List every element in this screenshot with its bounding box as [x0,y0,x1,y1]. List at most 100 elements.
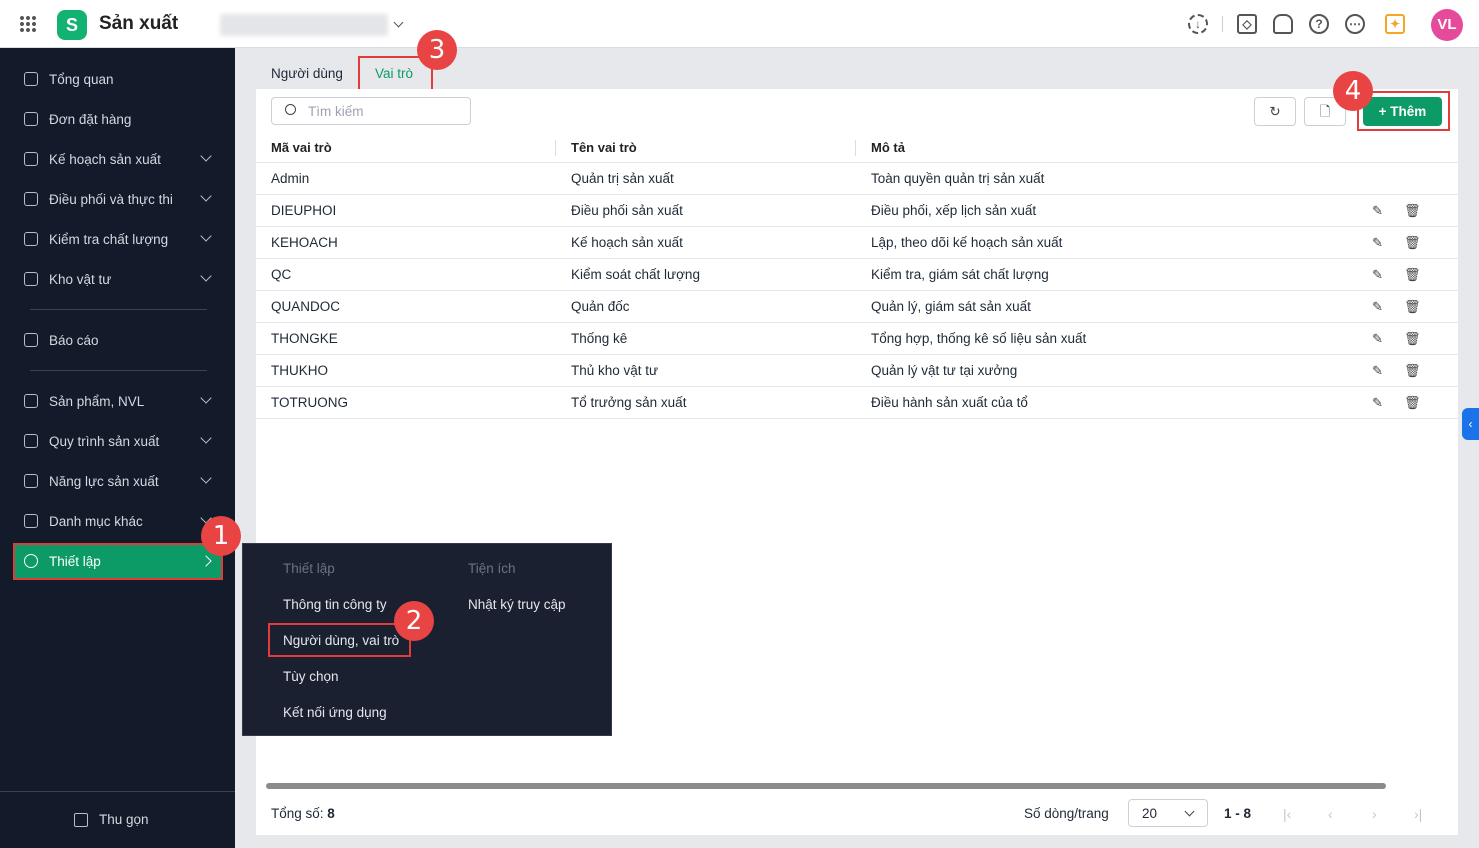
sidebar-item[interactable]: Đơn đặt hàng [14,102,222,136]
sidebar-item-icon [24,333,38,347]
annotation-box-2 [268,623,411,657]
table-cell: Admin [271,171,310,186]
column-header-code[interactable]: Mã vai trò [271,140,332,163]
idea-book-icon[interactable]: ✦ [1385,14,1405,34]
table-row[interactable]: TOTRUONG Tổ trưởng sản xuất Điều hành sản … [256,387,1458,419]
search-input[interactable]: Tìm kiếm [271,97,471,125]
chevron-icon [200,190,212,202]
delete-icon[interactable]: 🗑 [1404,203,1421,218]
more-icon[interactable]: ⋯ [1345,14,1365,34]
edit-icon[interactable]: ✎ [1372,395,1386,410]
apps-grid-icon[interactable] [19,15,37,33]
edit-icon[interactable]: ✎ [1372,235,1386,250]
table-cell: Quản lý vật tư tại xưởng [871,363,1018,378]
menu-item-options[interactable]: Tùy chọn [283,669,339,684]
sidebar-item-icon [24,514,38,528]
sidebar-item[interactable]: Kiểm tra chất lượng [14,222,222,256]
next-page-icon[interactable]: › [1372,806,1377,822]
table-row[interactable]: DIEUPHOI Điều phối sản xuất Điều phối, xếp… [256,195,1458,227]
delete-icon[interactable]: 🗑 [1404,235,1421,250]
sidebar-item-label: Báo cáo [49,332,99,348]
rows-per-page-select[interactable]: 20 [1128,799,1208,827]
table-cell: Điều hành sản xuất của tổ [871,395,1028,410]
edit-icon[interactable]: ✎ [1372,299,1386,314]
tab-nguoi-dung[interactable]: Người dùng [271,66,343,81]
sidebar-item-label: Sản phẩm, NVL [49,393,145,409]
last-page-icon[interactable]: ›| [1414,806,1422,822]
delete-icon[interactable]: 🗑 [1404,363,1421,378]
annotation-box-1 [13,543,223,580]
table-cell: Toàn quyền quản trị sản xuất [871,171,1045,186]
chevron-icon [200,150,212,162]
sidebar-item-label: Danh mục khác [49,513,143,529]
table-cell: KEHOACH [271,235,338,250]
menu-item-app-connections[interactable]: Kết nối ứng dụng [283,705,387,720]
sidebar-item-icon [24,272,38,286]
search-placeholder: Tìm kiếm [308,104,364,119]
sidebar-item-icon [24,394,38,408]
menu-item-company-info[interactable]: Thông tin công ty [283,597,387,612]
menu-item-access-log[interactable]: Nhật ký truy cập [468,597,566,612]
sidebar-item[interactable]: Sản phẩm, NVL [14,384,222,418]
column-header-description[interactable]: Mô tả [871,140,905,163]
divider [1222,16,1223,32]
app-title: Sản xuất [99,13,179,34]
table-cell: QC [271,267,292,282]
delete-icon[interactable]: 🗑 [1404,331,1421,346]
edit-icon[interactable]: ✎ [1372,203,1386,218]
edit-icon[interactable]: ✎ [1372,267,1386,282]
table-cell: Kiểm soát chất lượng [571,267,700,282]
table-row[interactable]: THUKHO Thủ kho vật tư Quản lý vật tư tại x… [256,355,1458,387]
rows-per-page-value: 20 [1142,806,1158,821]
collapse-icon [74,812,88,827]
table-cell: Kế hoạch sản xuất [571,235,683,250]
refresh-icon: ↻ [1269,104,1281,119]
download-icon[interactable]: ↓ [1188,14,1208,34]
chevron-icon [200,392,212,404]
sidebar-item-icon [24,112,38,126]
edit-icon[interactable]: ✎ [1372,363,1386,378]
bell-icon[interactable] [1273,14,1293,34]
first-page-icon[interactable]: |‹ [1283,806,1291,822]
column-header-name[interactable]: Tên vai trò [571,140,637,163]
expand-panel-handle[interactable]: ‹ [1462,408,1479,440]
delete-icon[interactable]: 🗑 [1404,299,1421,314]
sidebar-item[interactable]: Danh mục khác [14,504,222,538]
delete-icon[interactable]: 🗑 [1404,267,1421,282]
file-export-icon: 🗋 [1319,104,1331,119]
help-icon[interactable]: ? [1309,14,1329,34]
page-range: 1 - 8 [1224,806,1252,821]
avatar[interactable]: VL [1431,9,1463,41]
prev-page-icon[interactable]: ‹ [1328,806,1333,822]
delete-icon[interactable]: 🗑 [1404,395,1421,410]
rows-per-page-label: Số dòng/trang [1024,806,1109,821]
table-row[interactable]: THONGKE Thống kê Tổng hợp, thống kê số liệ… [256,323,1458,355]
sidebar-item[interactable]: Quy trình sản xuất [14,424,222,458]
edit-icon[interactable]: ✎ [1372,331,1386,346]
company-selector[interactable] [220,14,388,36]
table-cell: Kiểm tra, giám sát chất lượng [871,267,1049,282]
table-row[interactable]: Admin Quản trị sản xuất Toàn quyền quản tr… [256,163,1458,195]
horizontal-scrollbar[interactable] [266,783,1386,789]
table-cell: Tổng hợp, thống kê số liệu sản xuất [871,331,1087,346]
table-cell: QUANDOC [271,299,341,314]
sidebar-item-label: Kiểm tra chất lượng [49,231,169,247]
collapse-button[interactable]: Thu gọn [74,812,149,827]
table-row[interactable]: QC Kiểm soát chất lượng Kiểm tra, giám sát… [256,259,1458,291]
table-row[interactable]: QUANDOC Quản đốc Quản lý, giám sát sản xuấ… [256,291,1458,323]
sidebar-item-label: Đơn đặt hàng [49,111,132,127]
sidebar-item-icon [24,192,38,206]
table-row[interactable]: KEHOACH Kế hoạch sản xuất Lập, theo dõi kế… [256,227,1458,259]
sidebar-item[interactable]: Điều phối và thực thi [14,182,222,216]
box-icon[interactable]: ◇ [1237,14,1257,34]
column-divider [555,140,556,156]
sidebar-item[interactable]: Báo cáo [14,323,222,357]
chevron-icon [200,432,212,444]
chevron-down-icon[interactable] [393,17,404,28]
sidebar-item[interactable]: Tổng quan [14,62,222,96]
sidebar-item[interactable]: Năng lực sản xuất [14,464,222,498]
sidebar-item[interactable]: Kế hoạch sản xuất [14,142,222,176]
table-cell: Quản đốc [571,299,630,314]
sidebar-item[interactable]: Kho vật tư [14,262,222,296]
refresh-button[interactable]: ↻ [1254,97,1296,126]
